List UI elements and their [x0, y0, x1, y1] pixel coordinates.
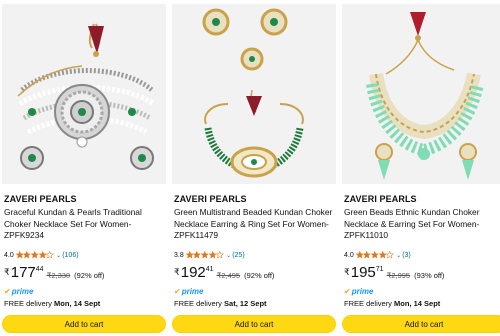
prime-label: prime — [11, 286, 34, 296]
check-icon: ✔ — [344, 286, 351, 296]
delivery-label: FREE delivery — [4, 299, 52, 308]
star-icon — [46, 251, 54, 259]
prime-badge: ✔ prime — [4, 286, 34, 296]
star-icon — [38, 251, 47, 259]
check-icon: ✔ — [174, 286, 181, 296]
star-rating[interactable] — [355, 251, 394, 259]
discount-label: (93% off) — [414, 271, 445, 280]
prime-label: prime — [351, 286, 374, 296]
star-rating[interactable] — [15, 251, 54, 259]
chevron-down-icon[interactable]: ⌄ — [56, 252, 61, 259]
price-row: ₹ 195 71 ₹2,995 (93% off) — [344, 264, 444, 284]
delivery-date: Sat, 12 Sept — [224, 299, 267, 308]
product-title-link[interactable]: Graceful Kundan & Pearls Traditional Cho… — [4, 207, 166, 242]
delivery-date: Mon, 14 Sept — [54, 299, 101, 308]
review-count-link[interactable]: (106) — [62, 252, 78, 259]
star-icon — [31, 251, 39, 259]
price-fraction: 71 — [375, 266, 384, 273]
price-row: ₹ 177 44 ₹2,330 (92% off) — [4, 264, 104, 284]
price-row: ₹ 192 41 ₹2,495 (92% off) — [174, 264, 274, 284]
product-card: ZAVERI PEARLS Graceful Kundan & Pearls T… — [2, 0, 166, 336]
star-icon — [386, 251, 394, 259]
delivery-label: FREE delivery — [174, 299, 222, 308]
discount-label: (92% off) — [244, 271, 275, 280]
rating-value: 4.0 — [344, 251, 354, 259]
green-beads-necklace-image — [342, 4, 500, 184]
delivery-info: FREE delivery Mon, 14 Sept — [4, 299, 100, 308]
product-image-link[interactable] — [2, 4, 166, 184]
product-image-link[interactable] — [172, 4, 336, 184]
product-image-link[interactable] — [342, 4, 500, 184]
star-icon — [216, 251, 224, 259]
add-to-cart-button[interactable]: Add to cart — [342, 315, 500, 333]
product-card: ZAVERI PEARLS Green Multistrand Beaded K… — [172, 0, 336, 336]
product-card: ZAVERI PEARLS Green Beads Ethnic Kundan … — [342, 0, 500, 336]
kundan-choker-image — [2, 4, 166, 184]
list-price: ₹2,995 — [386, 271, 411, 280]
price-fraction: 41 — [205, 266, 214, 273]
star-icon — [371, 251, 379, 259]
delivery-date: Mon, 14 Sept — [394, 299, 441, 308]
list-price: ₹2,330 — [46, 271, 71, 280]
chevron-down-icon[interactable]: ⌄ — [396, 252, 401, 259]
green-choker-set-image — [172, 4, 336, 184]
chevron-down-icon[interactable]: ⌄ — [226, 252, 231, 259]
star-icon — [201, 251, 209, 259]
star-icon — [363, 251, 371, 259]
list-price: ₹2,495 — [216, 271, 241, 280]
prime-label: prime — [181, 286, 204, 296]
star-icon — [193, 251, 201, 259]
price-fraction: 44 — [35, 266, 44, 273]
rating-row: 4.0 ⌄ (3) — [344, 250, 411, 260]
check-icon: ✔ — [4, 286, 11, 296]
prime-badge: ✔ prime — [174, 286, 204, 296]
rating-row: 3.8 ⌄ (25) — [174, 250, 245, 260]
star-icon — [185, 251, 194, 259]
currency-symbol: ₹ — [4, 267, 10, 277]
price-whole: 192 — [180, 264, 206, 281]
product-title-link[interactable]: Green Multistrand Beaded Kundan Choker N… — [174, 207, 336, 242]
discount-label: (92% off) — [74, 271, 105, 280]
delivery-info: FREE delivery Mon, 14 Sept — [344, 299, 440, 308]
product-brand: ZAVERI PEARLS — [4, 194, 77, 204]
delivery-info: FREE delivery Sat, 12 Sept — [174, 299, 267, 308]
star-icon — [208, 251, 217, 259]
rating-value: 3.8 — [174, 251, 184, 259]
star-icon — [355, 251, 364, 259]
delivery-label: FREE delivery — [344, 299, 392, 308]
rating-row: 4.0 ⌄ (106) — [4, 250, 79, 260]
prime-badge: ✔ prime — [344, 286, 374, 296]
product-brand: ZAVERI PEARLS — [344, 194, 417, 204]
review-count-link[interactable]: (3) — [402, 252, 411, 259]
product-title-link[interactable]: Green Beads Ethnic Kundan Choker Necklac… — [344, 207, 500, 242]
currency-symbol: ₹ — [344, 267, 350, 277]
product-brand: ZAVERI PEARLS — [174, 194, 247, 204]
price-whole: 195 — [350, 264, 376, 281]
review-count-link[interactable]: (25) — [232, 252, 244, 259]
star-icon — [15, 251, 24, 259]
star-icon — [23, 251, 31, 259]
rating-value: 4.0 — [4, 251, 14, 259]
add-to-cart-button[interactable]: Add to cart — [2, 315, 166, 333]
currency-symbol: ₹ — [174, 267, 180, 277]
price-whole: 177 — [10, 264, 36, 281]
star-icon — [378, 251, 387, 259]
star-rating[interactable] — [185, 251, 224, 259]
add-to-cart-button[interactable]: Add to cart — [172, 315, 336, 333]
